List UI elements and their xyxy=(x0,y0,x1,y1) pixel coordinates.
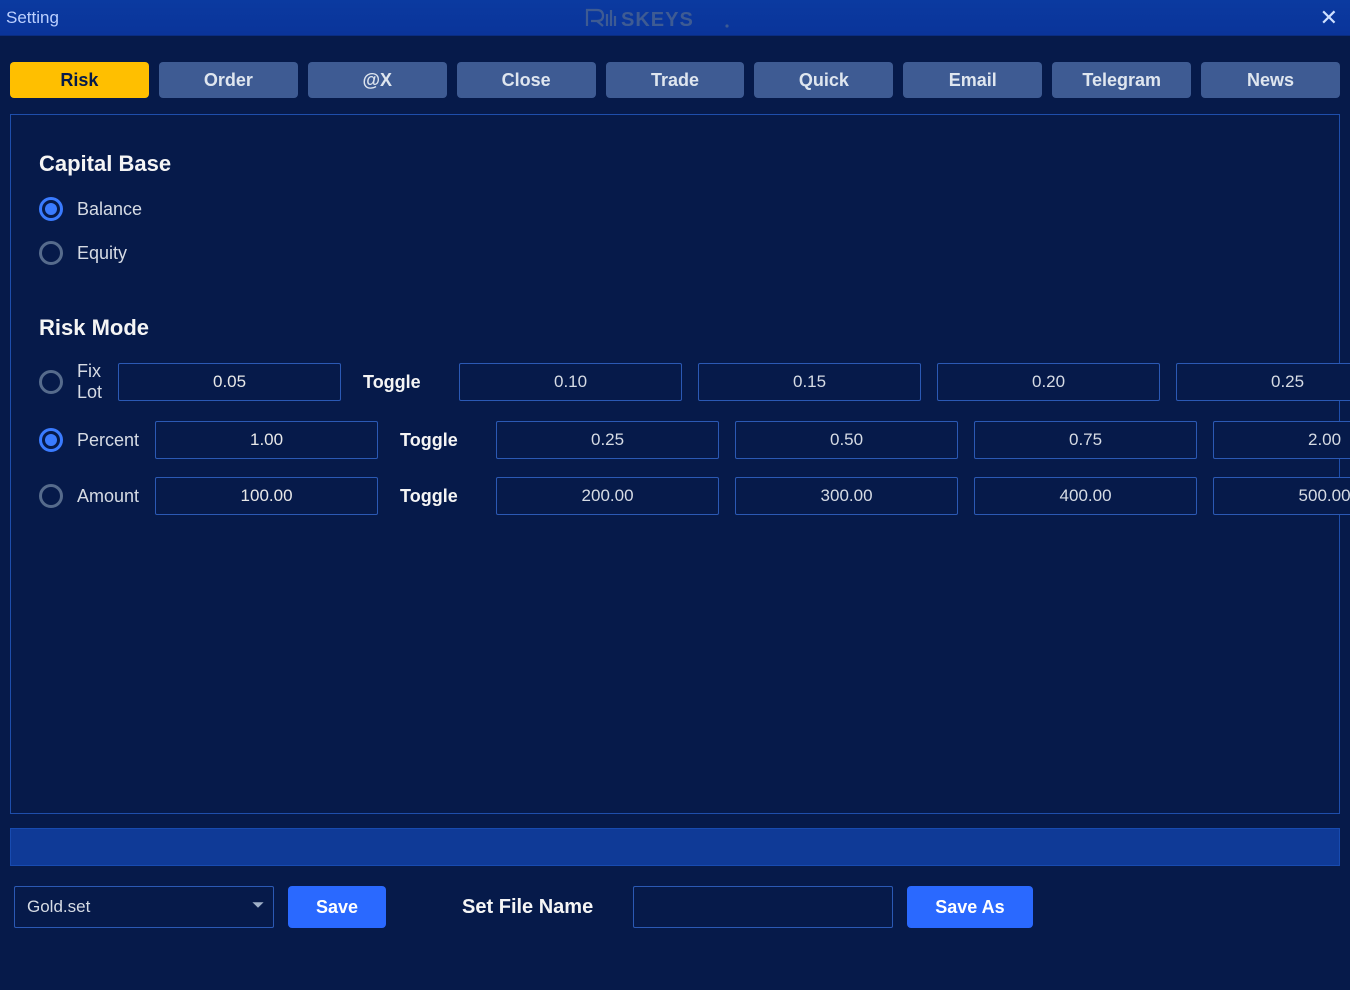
tab-quick[interactable]: Quick xyxy=(754,62,893,98)
tabs-row: Risk Order @X Close Trade Quick Email Te… xyxy=(10,36,1340,114)
percent-preset[interactable] xyxy=(1213,421,1350,459)
brand-logo: SKEYS xyxy=(585,6,765,30)
amount-preset[interactable] xyxy=(496,477,719,515)
save-button[interactable]: Save xyxy=(288,886,386,928)
chevron-down-icon xyxy=(251,898,265,917)
radio-amount[interactable]: Amount xyxy=(39,484,139,508)
tab-close[interactable]: Close xyxy=(457,62,596,98)
fixlot-value-input[interactable] xyxy=(118,363,341,401)
radio-label: Balance xyxy=(77,199,142,220)
tab-news[interactable]: News xyxy=(1201,62,1340,98)
fixlot-preset[interactable] xyxy=(937,363,1160,401)
fixlot-preset[interactable] xyxy=(1176,363,1350,401)
radio-percent[interactable]: Percent xyxy=(39,428,139,452)
risk-mode-section: Risk Mode Fix Lot Toggle xyxy=(39,315,1311,515)
amount-preset[interactable] xyxy=(735,477,958,515)
svg-text:SKEYS: SKEYS xyxy=(621,9,694,30)
save-as-button[interactable]: Save As xyxy=(907,886,1032,928)
radio-balance[interactable]: Balance xyxy=(39,197,1311,221)
radio-fixlot[interactable]: Fix Lot xyxy=(39,361,102,403)
percent-preset[interactable] xyxy=(496,421,719,459)
radio-icon xyxy=(39,484,63,508)
risk-mode-row-amount: Amount Toggle xyxy=(39,477,1311,515)
radio-label: Percent xyxy=(77,430,139,451)
percent-value-input[interactable] xyxy=(155,421,378,459)
file-name-input[interactable] xyxy=(633,886,893,928)
set-file-name-label: Set File Name xyxy=(462,896,593,919)
radio-icon xyxy=(39,197,63,221)
footer: Gold.set Save Set File Name Save As xyxy=(10,886,1340,928)
amount-value-input[interactable] xyxy=(155,477,378,515)
radio-equity[interactable]: Equity xyxy=(39,241,1311,265)
risk-mode-row-percent: Percent Toggle xyxy=(39,421,1311,459)
radio-label: Amount xyxy=(77,486,139,507)
tab-order[interactable]: Order xyxy=(159,62,298,98)
toggle-label: Toggle xyxy=(357,372,443,393)
risk-mode-title: Risk Mode xyxy=(39,315,1311,341)
percent-preset[interactable] xyxy=(735,421,958,459)
radio-icon xyxy=(39,241,63,265)
radio-icon xyxy=(39,428,63,452)
tab-at-x[interactable]: @X xyxy=(308,62,447,98)
toggle-label: Toggle xyxy=(394,486,480,507)
fixlot-preset[interactable] xyxy=(698,363,921,401)
tab-email[interactable]: Email xyxy=(903,62,1042,98)
percent-preset[interactable] xyxy=(974,421,1197,459)
tab-risk[interactable]: Risk xyxy=(10,62,149,98)
capital-base-title: Capital Base xyxy=(39,151,1311,177)
close-icon[interactable]: ✕ xyxy=(1314,5,1344,31)
status-bar xyxy=(10,828,1340,866)
file-select-dropdown[interactable]: Gold.set xyxy=(14,886,274,928)
amount-preset[interactable] xyxy=(1213,477,1350,515)
amount-preset[interactable] xyxy=(974,477,1197,515)
file-select-value: Gold.set xyxy=(27,897,90,917)
main-panel: Capital Base Balance Equity Risk Mode Fi… xyxy=(10,114,1340,814)
fixlot-preset[interactable] xyxy=(459,363,682,401)
risk-mode-row-fixlot: Fix Lot Toggle xyxy=(39,361,1311,403)
capital-base-section: Capital Base Balance Equity xyxy=(39,151,1311,265)
radio-icon xyxy=(39,370,63,394)
toggle-label: Toggle xyxy=(394,430,480,451)
title-bar: Setting SKEYS ✕ xyxy=(0,0,1350,36)
window-title: Setting xyxy=(4,8,59,28)
radio-label: Fix Lot xyxy=(77,361,102,403)
tab-telegram[interactable]: Telegram xyxy=(1052,62,1191,98)
radio-label: Equity xyxy=(77,243,127,264)
tab-trade[interactable]: Trade xyxy=(606,62,745,98)
